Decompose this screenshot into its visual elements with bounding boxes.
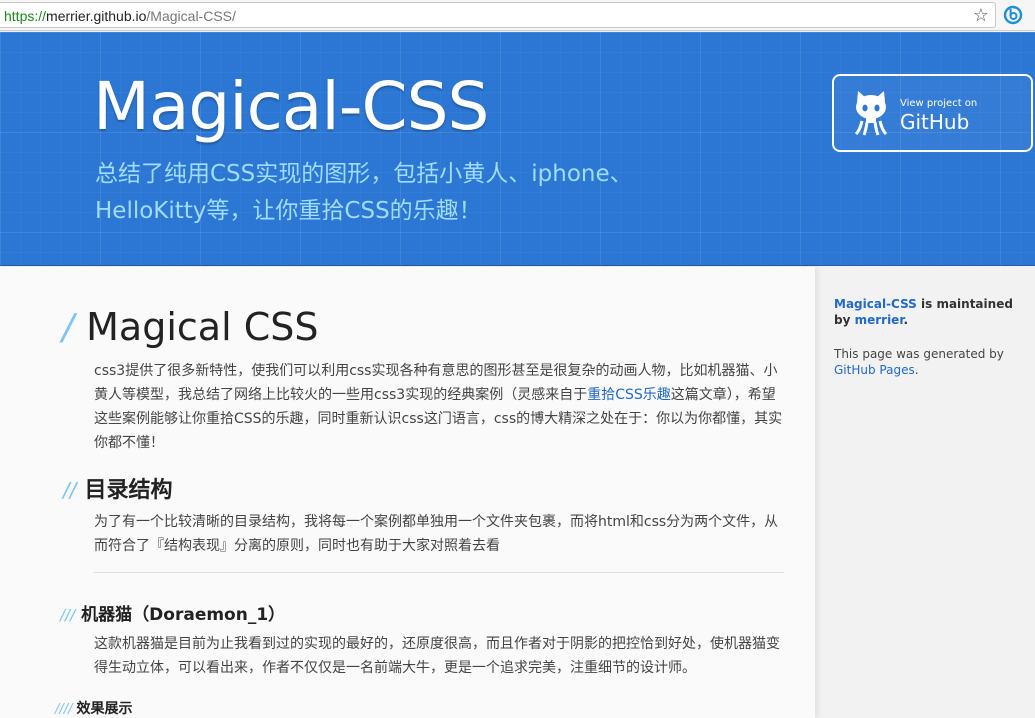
section-heading-h3: /// 机器猫（Doraemon_1） xyxy=(60,600,285,625)
doraemon-paragraph: 这款机器猫是目前为止我看到过的实现的最好的，还原度很高，而且作者对于阴影的把控恰… xyxy=(94,636,780,676)
url-scheme: https:// xyxy=(4,8,47,24)
address-bar[interactable]: https://merrier.github.io/Magical-CSS/ ☆ xyxy=(0,2,996,28)
github-button-small-label: View project on xyxy=(900,98,978,109)
maintainer-note: Magical-CSS is maintained by merrier. xyxy=(834,296,1024,328)
intro-paragraph: css3提供了很多新特性，使我们可以利用css实现各种有意思的图形甚至是很复杂的… xyxy=(94,359,784,455)
project-link[interactable]: Magical-CSS xyxy=(834,297,917,311)
maintainer-period: . xyxy=(903,313,909,327)
github-pages-link[interactable]: GitHub Pages xyxy=(834,363,915,377)
github-button-label: GitHub xyxy=(900,110,970,134)
site-title: Magical-CSS xyxy=(93,68,489,145)
heading-text: 效果展示 xyxy=(76,701,133,717)
star-icon[interactable]: ☆ xyxy=(971,6,991,26)
section-heading-h4: ////效果展示 xyxy=(55,698,133,718)
author-link[interactable]: merrier xyxy=(855,313,904,327)
heading-text: 机器猫（Doraemon_1） xyxy=(81,605,286,625)
sidebar: Magical-CSS is maintained by merrier. Th… xyxy=(834,296,1024,378)
structure-paragraph: 为了有一个比较清晰的目录结构，我将每一个案例都单独用一个文件夹包裹，而将html… xyxy=(94,514,779,554)
heading-marker: // xyxy=(63,478,77,502)
url-host: merrier.github.io xyxy=(46,8,147,24)
heading-marker: /// xyxy=(60,606,76,624)
site-header: Magical-CSS 总结了纯用CSS实现的图形，包括小黄人、iphone、H… xyxy=(0,32,1035,266)
generated-text: This page was generated by xyxy=(834,347,1004,361)
url-text[interactable]: https://merrier.github.io/Magical-CSS/ xyxy=(4,8,236,24)
site-tagline: 总结了纯用CSS实现的图形，包括小黄人、iphone、HelloKitty等，让… xyxy=(95,161,633,224)
url-path: /Magical-CSS/ xyxy=(146,8,236,24)
generated-note: This page was generated by GitHub Pages. xyxy=(834,346,1024,378)
browser-toolbar: https://merrier.github.io/Magical-CSS/ ☆ xyxy=(0,0,1035,31)
generated-suffix: . xyxy=(914,363,919,377)
section-heading-h1: / Magical CSS xyxy=(62,305,318,349)
extension-icon[interactable] xyxy=(1003,5,1023,25)
main-content: / Magical CSS css3提供了很多新特性，使我们可以利用css实现各种… xyxy=(0,267,815,718)
view-on-github-button[interactable]: View project on GitHub xyxy=(832,74,1033,152)
section-heading-h2: // 目录结构 xyxy=(63,472,173,504)
octocat-icon xyxy=(850,90,892,136)
heading-marker: / xyxy=(62,306,75,348)
heading-text: Magical CSS xyxy=(86,305,319,349)
heading-marker: //// xyxy=(55,702,73,717)
heading-text: 目录结构 xyxy=(84,478,173,503)
inspiration-link[interactable]: 重拾CSS乐趣 xyxy=(587,387,671,403)
divider xyxy=(94,572,784,573)
